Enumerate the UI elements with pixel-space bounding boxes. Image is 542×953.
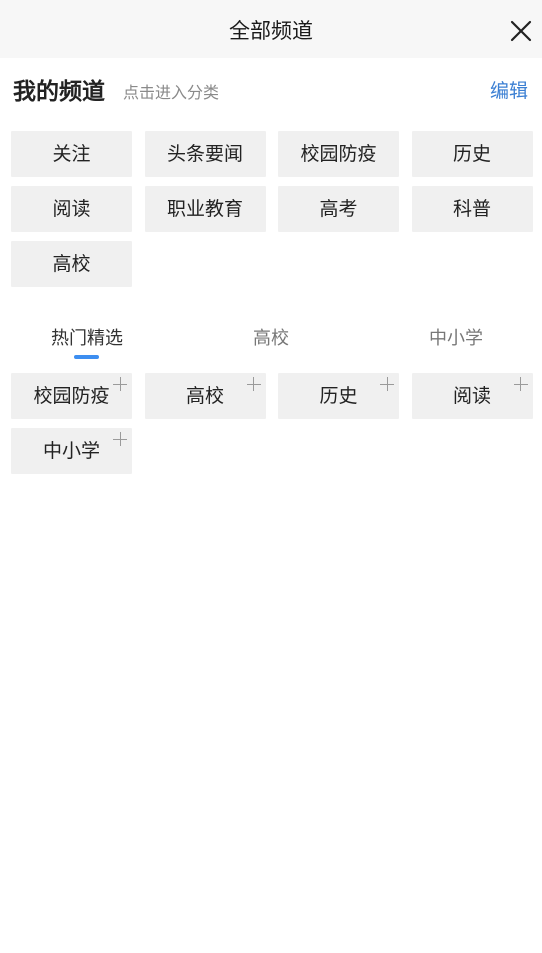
channel-chip[interactable]: 高考 bbox=[278, 186, 399, 232]
plus-icon bbox=[246, 377, 261, 391]
top-bar: 全部频道 bbox=[0, 0, 542, 58]
plus-icon bbox=[380, 377, 394, 391]
edit-button[interactable]: 编辑 bbox=[490, 76, 528, 103]
add-channel-chip[interactable]: 高校 bbox=[144, 373, 266, 419]
channel-chip[interactable]: 阅读 bbox=[11, 186, 132, 232]
tab-k12[interactable]: 中小学 bbox=[429, 324, 483, 350]
channel-chip[interactable]: 高校 bbox=[11, 241, 132, 287]
add-channel-label: 历史 bbox=[319, 385, 358, 407]
channel-chip[interactable]: 头条要闻 bbox=[144, 131, 266, 177]
category-tabs: 热门精选 高校 中小学 bbox=[0, 318, 542, 362]
add-channel-label: 校园防疫 bbox=[33, 385, 110, 407]
tab-university[interactable]: 高校 bbox=[253, 324, 289, 350]
add-channel-chip[interactable]: 中小学 bbox=[11, 428, 132, 474]
channel-chip[interactable]: 科普 bbox=[411, 186, 533, 232]
add-channel-chip[interactable]: 历史 bbox=[278, 373, 399, 419]
recommended-channels-grid: 校园防疫 高校 历史 阅读 中小学 bbox=[11, 373, 533, 474]
plus-icon bbox=[513, 377, 528, 391]
close-button[interactable] bbox=[506, 16, 536, 46]
my-channels-grid: 关注 头条要闻 校园防疫 历史 阅读 职业教育 高考 科普 高校 bbox=[11, 131, 533, 287]
add-channel-chip[interactable]: 阅读 bbox=[411, 373, 533, 419]
my-channels-header: 我的频道 点击进入分类 编辑 bbox=[0, 58, 542, 118]
my-channels-title: 我的频道 bbox=[13, 79, 105, 105]
plus-icon bbox=[113, 432, 127, 446]
active-tab-indicator bbox=[74, 355, 99, 359]
plus-icon bbox=[113, 377, 127, 391]
tab-hot-picks[interactable]: 热门精选 bbox=[51, 324, 123, 350]
close-icon bbox=[510, 20, 532, 42]
add-channel-label: 阅读 bbox=[452, 385, 491, 407]
channel-chip[interactable]: 校园防疫 bbox=[278, 131, 399, 177]
add-channel-label: 高校 bbox=[185, 385, 224, 407]
my-channels-hint: 点击进入分类 bbox=[123, 83, 220, 102]
add-channel-chip[interactable]: 校园防疫 bbox=[11, 373, 132, 419]
add-channel-label: 中小学 bbox=[42, 440, 100, 462]
channel-chip[interactable]: 历史 bbox=[411, 131, 533, 177]
page-title: 全部频道 bbox=[229, 19, 313, 43]
channel-chip[interactable]: 职业教育 bbox=[144, 186, 266, 232]
channel-chip[interactable]: 关注 bbox=[11, 131, 132, 177]
